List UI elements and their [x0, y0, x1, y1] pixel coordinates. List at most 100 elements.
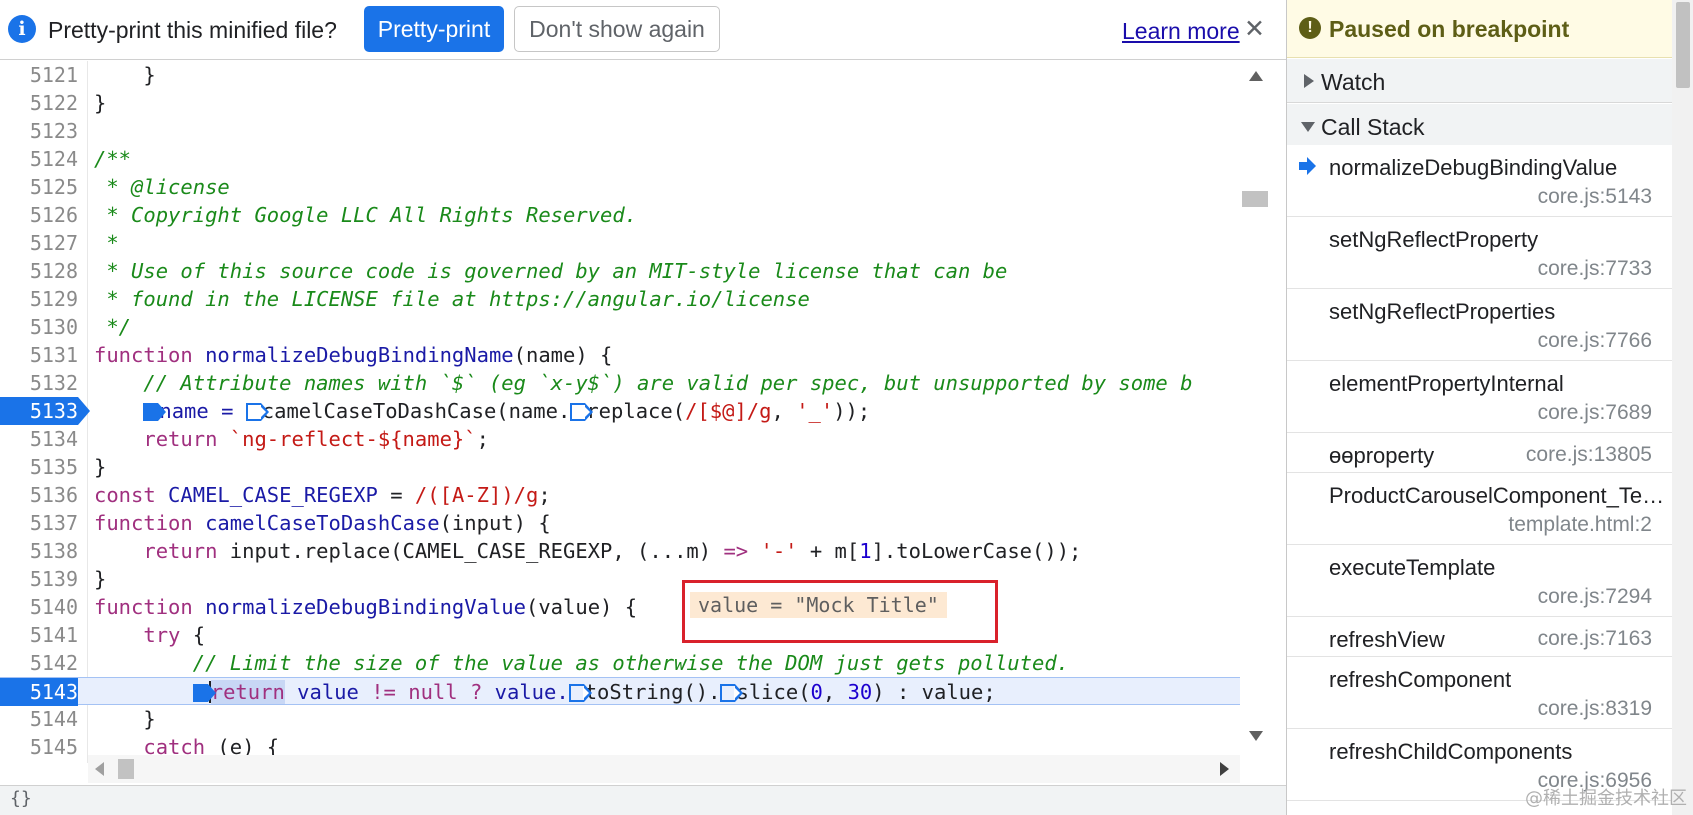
code-line: 5137 function camelCaseToDashCase(input)… — [0, 509, 1252, 537]
code-line: 5126 * Copyright Google LLC All Rights R… — [0, 201, 1252, 229]
line-number[interactable]: 5144 — [0, 705, 78, 733]
sidebar-scrollbar[interactable] — [1672, 0, 1693, 815]
call-frame-item[interactable]: elementPropertyInternal core.js:7689 — [1287, 361, 1672, 433]
close-icon[interactable]: ✕ — [1244, 14, 1265, 43]
frame-function-name: ɵɵproperty — [1329, 443, 1435, 468]
line-number[interactable]: 5122 — [0, 89, 78, 117]
line-number[interactable]: 5138 — [0, 537, 78, 565]
line-number[interactable]: 5125 — [0, 173, 78, 201]
collapse-arrow-icon — [1301, 122, 1315, 132]
line-number[interactable]: 5146 — [0, 761, 78, 763]
current-frame-arrow-icon — [1299, 157, 1321, 175]
scrollbar-thumb[interactable] — [1242, 191, 1268, 207]
inline-breakpoint-marker-icon[interactable] — [568, 684, 592, 702]
frame-function-name: ProductCarouselComponent_Template — [1329, 483, 1667, 508]
frame-function-name: refreshComponent — [1329, 667, 1512, 692]
code-line: 5140 function normalizeDebugBindingValue… — [0, 593, 1252, 621]
code-line: 5144 } — [0, 705, 1252, 733]
call-frame-item[interactable]: executeTemplate core.js:7294 — [1287, 545, 1672, 617]
line-number[interactable]: 5136 — [0, 481, 78, 509]
scroll-up-icon[interactable] — [1249, 71, 1263, 81]
call-stack-list: normalizeDebugBindingValue core.js:5143 … — [1287, 145, 1672, 801]
learn-more-link[interactable]: Learn more — [1122, 18, 1240, 45]
call-frame-item[interactable]: setNgReflectProperties core.js:7766 — [1287, 289, 1672, 361]
line-number[interactable]: 5135 — [0, 453, 78, 481]
frame-location: core.js:7766 — [1537, 329, 1652, 352]
line-number[interactable]: 5139 — [0, 565, 78, 593]
code-line: 5125 * @license — [0, 173, 1252, 201]
line-number[interactable]: 5140 — [0, 593, 78, 621]
line-number[interactable]: 5142 — [0, 649, 78, 677]
call-frame-item[interactable]: setNgReflectProperty core.js:7733 — [1287, 217, 1672, 289]
code-line: 5131 function normalizeDebugBindingName(… — [0, 341, 1252, 369]
frame-location: core.js:7689 — [1537, 401, 1652, 424]
scrollbar-thumb[interactable] — [118, 759, 134, 779]
frame-location: core.js:13805 — [1525, 443, 1652, 466]
code-text: return value != null ? value. toString().… — [94, 678, 996, 706]
call-frame-item[interactable]: ɵɵproperty core.js:13805 — [1287, 433, 1672, 473]
line-number[interactable]: 5126 — [0, 201, 78, 229]
call-frame-item[interactable]: ProductCarouselComponent_Template templa… — [1287, 473, 1672, 545]
inline-breakpoint-marker-icon[interactable] — [143, 403, 167, 421]
frame-function-name: setNgReflectProperties — [1329, 299, 1556, 324]
frame-function-name: normalizeDebugBindingValue — [1329, 155, 1618, 180]
line-number[interactable]: 5132 — [0, 369, 78, 397]
frame-location: template.html:2 — [1508, 513, 1652, 536]
code-comment: * found in the LICENSE file at https://a… — [94, 287, 810, 311]
expand-arrow-icon — [1304, 74, 1314, 88]
frame-location: core.js:7733 — [1537, 257, 1652, 280]
inline-breakpoint-marker-icon[interactable] — [245, 403, 269, 421]
current-execution-line: 5143 return value != null ? value. toStri… — [0, 677, 1252, 706]
pretty-print-toggle[interactable]: {} — [10, 788, 32, 809]
code-line: 5134 return `ng-reflect-${name}`; — [0, 425, 1252, 453]
call-stack-label: Call Stack — [1321, 114, 1425, 140]
code-comment: */ — [94, 315, 132, 339]
frame-location: core.js:7163 — [1537, 627, 1652, 650]
scrollbar-thumb[interactable] — [1676, 2, 1690, 88]
horizontal-scrollbar[interactable] — [88, 755, 1240, 783]
line-number[interactable]: 5127 — [0, 229, 78, 257]
breakpoint-line-number[interactable]: 5133 — [0, 397, 90, 425]
inline-breakpoint-marker-icon[interactable] — [720, 684, 744, 702]
call-stack-section-header[interactable]: Call Stack — [1287, 104, 1672, 148]
scroll-left-icon[interactable] — [95, 762, 104, 776]
line-number[interactable]: 5131 — [0, 341, 78, 369]
line-number[interactable]: 5128 — [0, 257, 78, 285]
call-frame-item[interactable]: refreshComponent core.js:8319 — [1287, 657, 1672, 729]
code-text: return input.replace(CAMEL_CASE_REGEXP, … — [94, 539, 1082, 563]
scroll-down-icon[interactable] — [1249, 731, 1263, 741]
code-line: 5123 — [0, 117, 1252, 145]
line-number[interactable]: 5141 — [0, 621, 78, 649]
code-line: 5136 const CAMEL_CASE_REGEXP = /([A-Z])/… — [0, 481, 1252, 509]
line-number[interactable]: 5130 — [0, 313, 78, 341]
watch-section-header[interactable]: Watch — [1287, 59, 1672, 103]
annotation-highlight-box — [682, 580, 998, 643]
code-line: 5138 return input.replace(CAMEL_CASE_REG… — [0, 537, 1252, 565]
line-number[interactable]: 5145 — [0, 733, 78, 761]
code-line: 5124 /** — [0, 145, 1252, 173]
inline-breakpoint-marker-icon[interactable] — [192, 684, 216, 702]
paused-banner: ! Paused on breakpoint — [1287, 0, 1693, 58]
call-frame-item[interactable]: normalizeDebugBindingValue core.js:5143 — [1287, 145, 1672, 217]
line-number[interactable]: 5124 — [0, 145, 78, 173]
line-number[interactable]: 5129 — [0, 285, 78, 313]
pretty-print-button[interactable]: Pretty-print — [364, 6, 504, 52]
line-number[interactable]: 5134 — [0, 425, 78, 453]
pretty-print-infobar: i Pretty-print this minified file? Prett… — [0, 0, 1286, 60]
code-line: 5141 try { — [0, 621, 1252, 649]
line-number[interactable]: 5137 — [0, 509, 78, 537]
code-text: } — [94, 455, 107, 479]
line-number[interactable]: 5123 — [0, 117, 78, 145]
code-text: name = camelCaseToDashCase(name. replace(… — [94, 397, 870, 425]
call-frame-item[interactable]: refreshView core.js:7163 — [1287, 617, 1672, 657]
scroll-right-icon[interactable] — [1220, 762, 1229, 776]
inline-breakpoint-marker-icon[interactable] — [570, 403, 594, 421]
breakpoint-line-number[interactable]: 5143 — [0, 678, 78, 706]
code-comment: // Limit the size of the value as otherw… — [94, 651, 1070, 675]
code-text: function normalizeDebugBindingValue(valu… — [94, 595, 638, 619]
code-editor[interactable]: 5121 } 5122 } 5123 5124 /** 5125 * @lice… — [0, 61, 1252, 763]
dont-show-again-button[interactable]: Don't show again — [514, 6, 720, 52]
vertical-scrollbar[interactable] — [1240, 61, 1270, 763]
code-text: function camelCaseToDashCase(input) { — [94, 511, 551, 535]
line-number[interactable]: 5121 — [0, 61, 78, 89]
